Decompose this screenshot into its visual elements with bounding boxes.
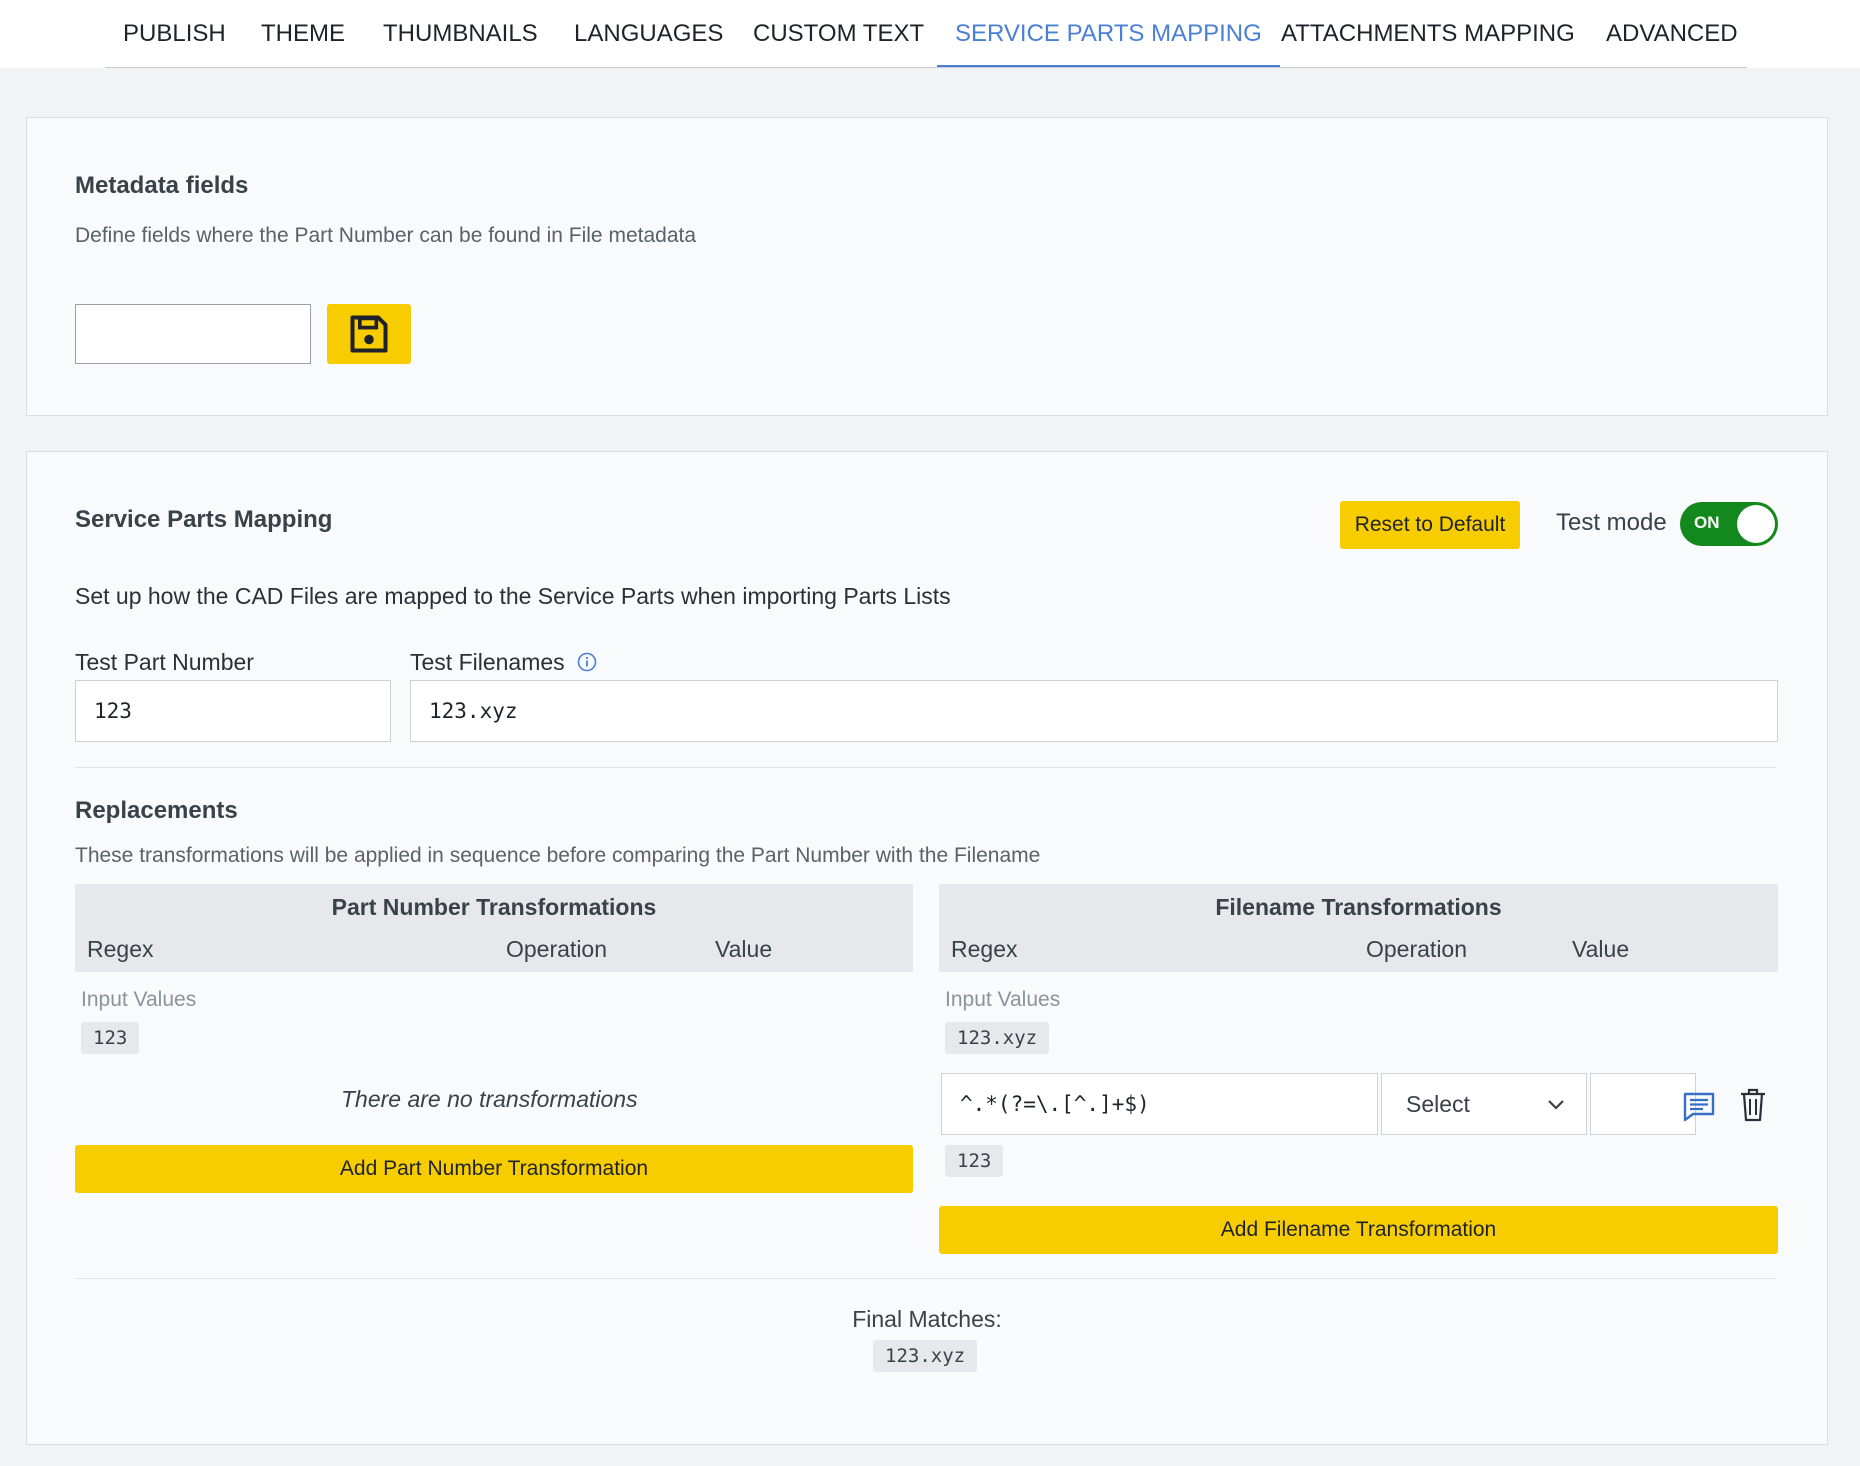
floppy-disk-icon — [350, 315, 388, 353]
comment-icon[interactable] — [1683, 1092, 1715, 1122]
final-divider — [75, 1278, 1777, 1279]
info-icon[interactable] — [577, 652, 597, 672]
filename-transformations-header: Filename Transformations Regex Operation… — [939, 884, 1778, 972]
service-parts-mapping-card: Service Parts Mapping Reset to Default T… — [26, 451, 1828, 1445]
filename-operation-select[interactable]: Select — [1381, 1073, 1587, 1135]
tab-theme[interactable]: THEME — [261, 0, 345, 68]
replacements-description: These transformations will be applied in… — [75, 844, 1041, 867]
file-input-values-label: Input Values — [945, 988, 1061, 1011]
metadata-card: Metadata fields Define fields where the … — [26, 117, 1828, 416]
part-col-operation: Operation — [506, 936, 608, 962]
toggle-knob — [1737, 505, 1775, 543]
test-mode-label: Test mode — [1556, 509, 1667, 536]
trash-icon[interactable] — [1739, 1088, 1767, 1122]
no-transformations-text: There are no transformations — [341, 1086, 638, 1112]
file-col-operation: Operation — [1366, 936, 1468, 962]
filename-row-result-chip: 123 — [945, 1145, 1004, 1177]
tab-attachments-mapping[interactable]: ATTACHMENTS MAPPING — [1281, 0, 1575, 68]
part-number-transformations-title: Part Number Transformations — [331, 894, 657, 920]
filename-value-input[interactable] — [1590, 1073, 1696, 1135]
part-col-value: Value — [715, 936, 773, 962]
add-part-number-transformation-button[interactable]: Add Part Number Transformation — [75, 1145, 913, 1193]
section-divider — [75, 767, 1777, 768]
tab-advanced[interactable]: ADVANCED — [1606, 0, 1738, 68]
tab-thumbnails[interactable]: THUMBNAILS — [383, 0, 538, 68]
tab-service-parts-mapping[interactable]: SERVICE PARTS MAPPING — [937, 0, 1280, 68]
test-part-number-input[interactable]: 123 — [75, 680, 391, 742]
spm-title: Service Parts Mapping — [75, 506, 333, 533]
chevron-down-icon — [1548, 1100, 1564, 1110]
test-mode-toggle[interactable]: ON — [1680, 502, 1778, 546]
file-col-value: Value — [1572, 936, 1630, 962]
tab-publish[interactable]: PUBLISH — [123, 0, 226, 68]
test-filenames-label-text: Test Filenames — [410, 649, 565, 675]
filename-regex-input[interactable]: ^.*(?=\.[^.]+$) — [941, 1073, 1378, 1135]
test-filenames-label: Test Filenames — [410, 649, 597, 676]
metadata-title: Metadata fields — [75, 172, 249, 199]
file-col-regex: Regex — [951, 936, 1018, 962]
replacements-title: Replacements — [75, 797, 238, 824]
tab-custom-text[interactable]: CUSTOM TEXT — [753, 0, 924, 68]
part-input-values-label: Input Values — [81, 988, 197, 1011]
metadata-description: Define fields where the Part Number can … — [75, 224, 697, 247]
file-input-value-chip: 123.xyz — [945, 1022, 1050, 1054]
tab-bar-divider — [105, 67, 1747, 68]
test-filenames-input[interactable]: 123.xyz — [410, 680, 1778, 742]
operation-select-label: Select — [1406, 1091, 1470, 1117]
part-col-regex: Regex — [87, 936, 154, 962]
toggle-state-label: ON — [1694, 513, 1720, 532]
reset-to-default-button[interactable]: Reset to Default — [1340, 501, 1520, 549]
tab-bar: PUBLISH THEME THUMBNAILS LANGUAGES CUSTO… — [0, 0, 1860, 68]
add-filename-transformation-button[interactable]: Add Filename Transformation — [939, 1206, 1778, 1254]
tab-languages[interactable]: LANGUAGES — [574, 0, 723, 68]
spm-description: Set up how the CAD Files are mapped to t… — [75, 583, 951, 609]
filename-transformations-title: Filename Transformations — [1215, 894, 1502, 920]
part-input-value-chip: 123 — [81, 1022, 140, 1054]
final-match-chip: 123.xyz — [873, 1340, 978, 1372]
metadata-field-input[interactable] — [75, 304, 311, 364]
save-button[interactable] — [327, 304, 411, 364]
part-number-transformations-header: Part Number Transformations Regex Operat… — [75, 884, 913, 972]
test-part-number-label: Test Part Number — [75, 649, 254, 675]
final-matches-label: Final Matches: — [852, 1306, 1002, 1332]
